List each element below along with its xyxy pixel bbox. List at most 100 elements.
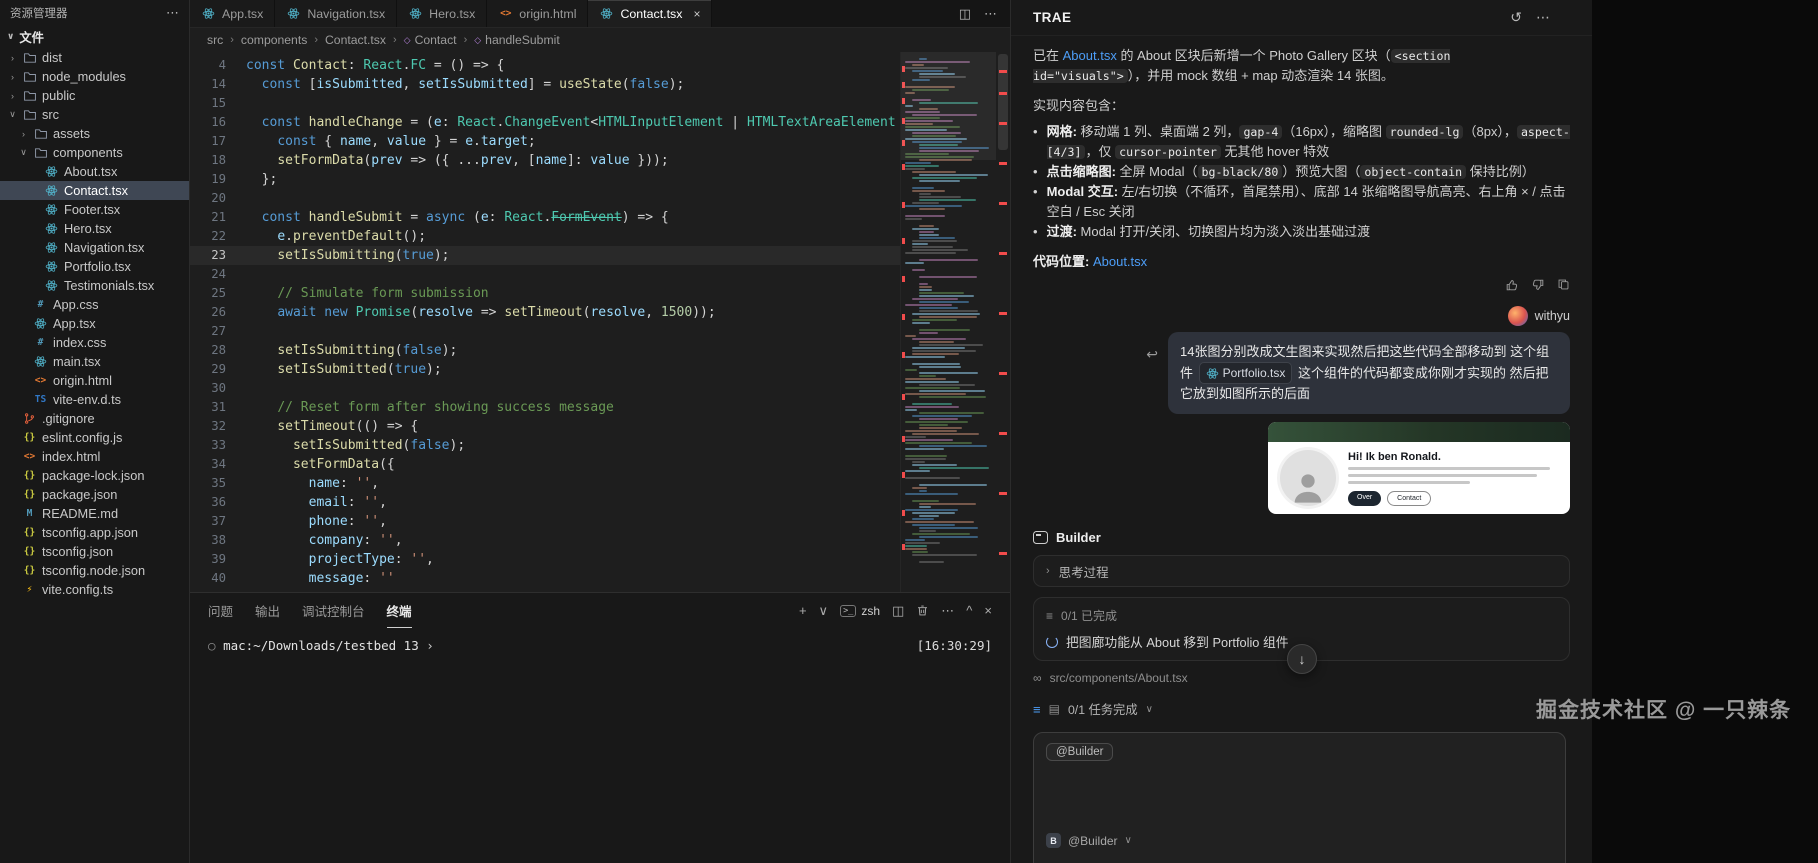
breadcrumb-item-Contact.tsx[interactable]: Contact.tsx <box>325 33 386 47</box>
overview-ruler[interactable] <box>996 52 1010 592</box>
tab-Navigation.tsx[interactable]: Navigation.tsx <box>275 0 397 27</box>
tree-item-package-lock.json[interactable]: {}package-lock.json <box>0 466 189 485</box>
thumbs-down-icon[interactable] <box>1531 278 1545 292</box>
maximize-panel-icon[interactable]: ^ <box>966 603 972 618</box>
terminal-dropdown-icon[interactable]: ∨ <box>819 603 829 619</box>
breadcrumb-item-Contact[interactable]: ◇Contact <box>404 33 457 47</box>
task-summary-bar[interactable]: ≡ ▤ 0/1 任务完成 ∨ <box>1033 700 1153 718</box>
tree-item-vite.config.ts[interactable]: ⚡vite.config.ts <box>0 580 189 599</box>
explorer-section-files[interactable]: ∨ 文件 <box>0 25 189 48</box>
scroll-to-bottom-button[interactable]: ↓ <box>1287 644 1317 674</box>
tree-item-index.css[interactable]: #index.css <box>0 333 189 352</box>
code-line-17[interactable]: 17 const { name, value } = e.target; <box>190 132 900 151</box>
breadcrumb-item-components[interactable]: components <box>241 33 307 47</box>
tree-item-assets[interactable]: ›assets <box>0 124 189 143</box>
code-line-16[interactable]: 16 const handleChange = (e: React.Change… <box>190 113 900 132</box>
tab-App.tsx[interactable]: App.tsx <box>190 0 275 27</box>
attached-image[interactable]: Hi! Ik ben Ronald. Over Contact <box>1268 422 1570 514</box>
tree-item-index.html[interactable]: <>index.html <box>0 447 189 466</box>
kill-terminal-icon[interactable] <box>916 604 929 617</box>
tree-item-Navigation.tsx[interactable]: Navigation.tsx <box>0 238 189 257</box>
code-line-22[interactable]: 22 e.preventDefault(); <box>190 227 900 246</box>
tree-item-Footer.tsx[interactable]: Footer.tsx <box>0 200 189 219</box>
tree-item-tsconfig.node.json[interactable]: {}tsconfig.node.json <box>0 561 189 580</box>
file-link[interactable]: About.tsx <box>1063 48 1117 63</box>
tree-item-.gitignore[interactable]: .gitignore <box>0 409 189 428</box>
code-line-38[interactable]: 38 company: '', <box>190 531 900 550</box>
tree-item-eslint.config.js[interactable]: {}eslint.config.js <box>0 428 189 447</box>
code-line-4[interactable]: 4const Contact: React.FC = () => { <box>190 56 900 75</box>
code-line-30[interactable]: 30 <box>190 379 900 398</box>
code-line-25[interactable]: 25 // Simulate form submission <box>190 284 900 303</box>
tree-item-public[interactable]: ›public <box>0 86 189 105</box>
code-line-14[interactable]: 14 const [isSubmitted, setIsSubmitted] =… <box>190 75 900 94</box>
code-line-27[interactable]: 27 <box>190 322 900 341</box>
code-line-20[interactable]: 20 <box>190 189 900 208</box>
breadcrumb-item-handleSubmit[interactable]: ◇handleSubmit <box>474 33 559 47</box>
file-chip-Portfolio.tsx[interactable]: Portfolio.tsx <box>1199 362 1293 384</box>
thumbs-up-icon[interactable] <box>1505 278 1519 292</box>
panel-more-icon[interactable]: ⋯ <box>1536 9 1550 26</box>
tree-item-README.md[interactable]: MREADME.md <box>0 504 189 523</box>
tree-item-About.tsx[interactable]: About.tsx <box>0 162 189 181</box>
terminal-tab-问题[interactable]: 问题 <box>208 593 233 628</box>
tree-item-dist[interactable]: ›dist <box>0 48 189 67</box>
code-line-31[interactable]: 31 // Reset form after showing success m… <box>190 398 900 417</box>
tree-item-vite-env.d.ts[interactable]: TSvite-env.d.ts <box>0 390 189 409</box>
close-icon[interactable]: × <box>693 7 700 21</box>
code-line-28[interactable]: 28 setIsSubmitting(false); <box>190 341 900 360</box>
code-line-15[interactable]: 15 <box>190 94 900 113</box>
explorer-more-icon[interactable]: ⋯ <box>166 5 179 21</box>
history-icon[interactable]: ↺ <box>1510 9 1522 26</box>
split-terminal-icon[interactable]: ◫ <box>892 603 904 619</box>
tree-item-components[interactable]: ∨components <box>0 143 189 162</box>
tree-item-node_modules[interactable]: ›node_modules <box>0 67 189 86</box>
code-line-24[interactable]: 24 <box>190 265 900 284</box>
terminal-tab-终端[interactable]: 终端 <box>387 593 412 628</box>
minimap[interactable] <box>900 52 996 592</box>
terminal-prompt[interactable]: ○ mac:~/Downloads/testbed 13 › <box>208 638 992 653</box>
code-line-33[interactable]: 33 setIsSubmitted(false); <box>190 436 900 455</box>
tree-item-origin.html[interactable]: <>origin.html <box>0 371 189 390</box>
terminal-tab-输出[interactable]: 输出 <box>255 593 280 628</box>
file-link[interactable]: About.tsx <box>1093 254 1147 269</box>
tree-item-Testimonials.tsx[interactable]: Testimonials.tsx <box>0 276 189 295</box>
code-line-39[interactable]: 39 projectType: '', <box>190 550 900 569</box>
code-line-23[interactable]: 23 setIsSubmitting(true); <box>190 246 900 265</box>
editor-more-icon[interactable]: ⋯ <box>984 6 997 22</box>
code-line-35[interactable]: 35 name: '', <box>190 474 900 493</box>
tree-item-tsconfig.json[interactable]: {}tsconfig.json <box>0 542 189 561</box>
chat-input[interactable]: @Builder B @Builder ∨ <box>1033 732 1566 863</box>
code-line-32[interactable]: 32 setTimeout(() => { <box>190 417 900 436</box>
tab-origin.html[interactable]: <>origin.html <box>487 0 588 27</box>
tree-item-src[interactable]: ∨src <box>0 105 189 124</box>
terminal-more-icon[interactable]: ⋯ <box>941 603 954 619</box>
tree-item-package.json[interactable]: {}package.json <box>0 485 189 504</box>
split-editor-icon[interactable]: ◫ <box>959 6 971 22</box>
code-editor[interactable]: 4const Contact: React.FC = () => {14 con… <box>190 52 1010 592</box>
tree-item-Hero.tsx[interactable]: Hero.tsx <box>0 219 189 238</box>
context-chip-builder[interactable]: @Builder <box>1046 743 1113 761</box>
shell-indicator[interactable]: >_ zsh <box>840 604 880 618</box>
code-line-29[interactable]: 29 setIsSubmitted(true); <box>190 360 900 379</box>
tab-Hero.tsx[interactable]: Hero.tsx <box>397 0 487 27</box>
tree-item-tsconfig.app.json[interactable]: {}tsconfig.app.json <box>0 523 189 542</box>
tree-item-App.tsx[interactable]: App.tsx <box>0 314 189 333</box>
terminal-tab-调试控制台[interactable]: 调试控制台 <box>302 593 365 628</box>
tree-item-Contact.tsx[interactable]: Contact.tsx <box>0 181 189 200</box>
code-line-21[interactable]: 21 const handleSubmit = async (e: React.… <box>190 208 900 227</box>
close-panel-icon[interactable]: × <box>984 603 992 618</box>
code-line-19[interactable]: 19 }; <box>190 170 900 189</box>
code-line-36[interactable]: 36 email: '', <box>190 493 900 512</box>
thinking-section[interactable]: › 思考过程 <box>1033 555 1570 587</box>
tree-item-Portfolio.tsx[interactable]: Portfolio.tsx <box>0 257 189 276</box>
code-line-18[interactable]: 18 setFormData(prev => ({ ...prev, [name… <box>190 151 900 170</box>
copy-icon[interactable] <box>1557 278 1570 292</box>
tab-Contact.tsx[interactable]: Contact.tsx× <box>588 0 712 27</box>
tree-item-App.css[interactable]: #App.css <box>0 295 189 314</box>
breadcrumb-item-src[interactable]: src <box>207 33 223 47</box>
quote-icon[interactable]: ↩ <box>1146 346 1158 363</box>
tree-item-main.tsx[interactable]: main.tsx <box>0 352 189 371</box>
code-line-40[interactable]: 40 message: '' <box>190 569 900 588</box>
agent-selector-label[interactable]: @Builder <box>1068 834 1118 848</box>
